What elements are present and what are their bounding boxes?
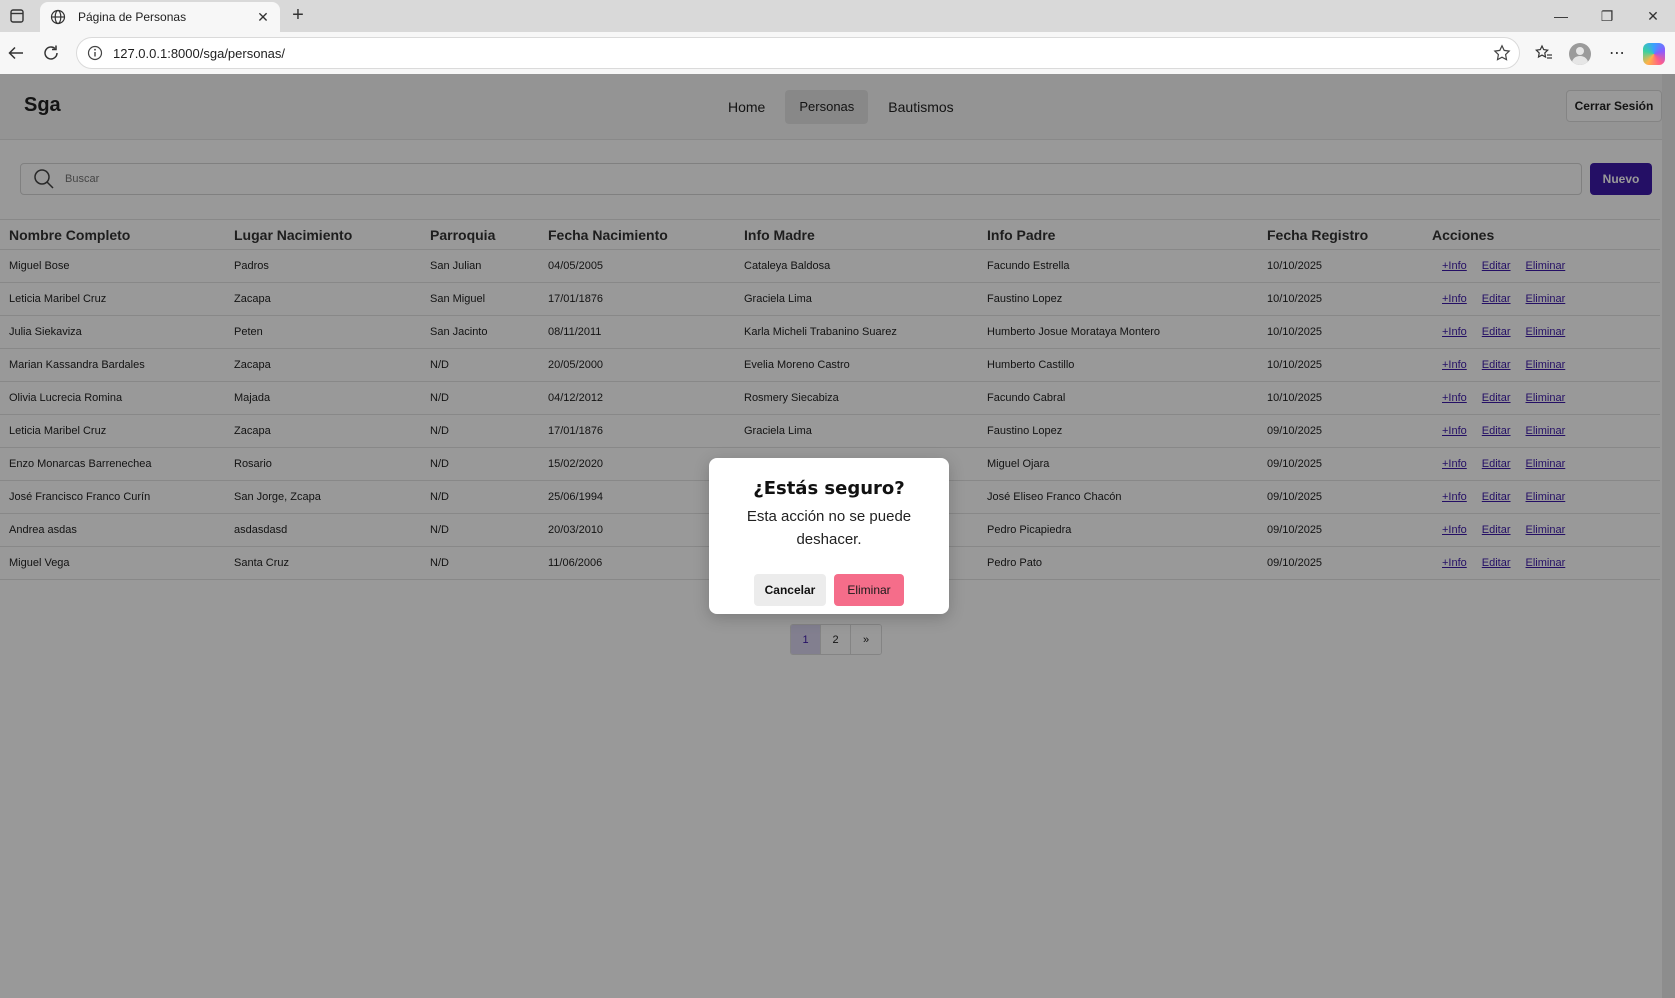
browser-tab[interactable]: Página de Personas ✕ — [40, 2, 280, 32]
site-info-icon[interactable] — [87, 45, 103, 61]
favorites-icon[interactable] — [1533, 42, 1555, 64]
refresh-icon[interactable] — [40, 42, 62, 64]
dialog-message: Esta acción no se puede deshacer. — [746, 508, 912, 548]
profile-avatar[interactable] — [1569, 43, 1591, 65]
close-tab-icon[interactable]: ✕ — [256, 10, 270, 24]
new-tab-icon[interactable]: + — [288, 5, 308, 26]
browser-toolbar: 127.0.0.1:8000/sga/personas/ ⋯ — [0, 32, 1675, 74]
minimize-icon[interactable]: — — [1551, 6, 1571, 26]
cancel-button[interactable]: Cancelar — [754, 574, 826, 606]
restore-icon[interactable]: ❐ — [1597, 6, 1617, 26]
url-text[interactable]: 127.0.0.1:8000/sga/personas/ — [113, 46, 1493, 61]
back-icon[interactable] — [5, 42, 27, 64]
favorite-star-icon[interactable] — [1493, 44, 1511, 62]
globe-icon — [50, 9, 66, 25]
close-window-icon[interactable]: ✕ — [1643, 6, 1663, 26]
confirm-delete-button[interactable]: Eliminar — [834, 574, 904, 606]
confirm-dialog: ¿Estás seguro? Esta acción no se puede d… — [709, 458, 949, 614]
tab-title: Página de Personas — [78, 10, 187, 24]
copilot-icon[interactable] — [1643, 43, 1665, 65]
tab-actions-icon[interactable] — [8, 7, 26, 25]
dialog-title: ¿Estás seguro? — [753, 478, 905, 499]
address-bar[interactable]: 127.0.0.1:8000/sga/personas/ — [76, 37, 1520, 69]
dialog-buttons: Cancelar Eliminar — [709, 574, 949, 606]
more-options-icon[interactable]: ⋯ — [1606, 42, 1628, 64]
browser-tab-bar: Página de Personas ✕ + — ❐ ✕ — [0, 0, 1675, 32]
